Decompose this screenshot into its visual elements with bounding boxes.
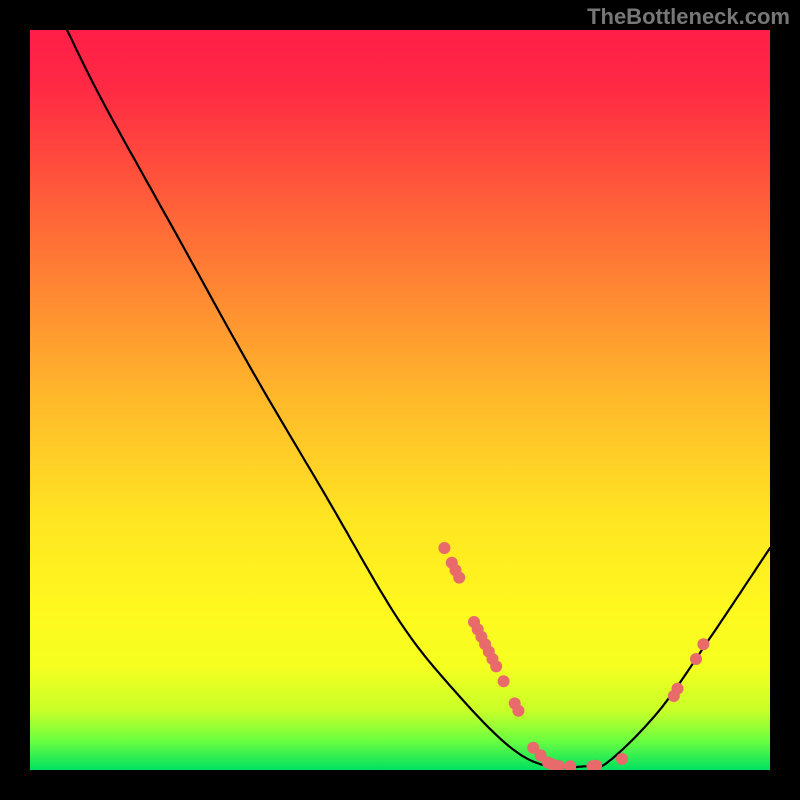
data-point bbox=[453, 572, 465, 584]
bottleneck-curve bbox=[67, 30, 770, 768]
data-point bbox=[512, 705, 524, 717]
data-point bbox=[498, 675, 510, 687]
data-point bbox=[690, 653, 702, 665]
data-point bbox=[672, 683, 684, 695]
curve-svg bbox=[30, 30, 770, 770]
data-point bbox=[616, 753, 628, 765]
data-point bbox=[697, 638, 709, 650]
data-point bbox=[438, 542, 450, 554]
highlighted-points-group bbox=[438, 542, 709, 770]
data-point bbox=[564, 760, 576, 770]
watermark-text: TheBottleneck.com bbox=[587, 4, 790, 30]
plot-area bbox=[30, 30, 770, 770]
data-point bbox=[490, 660, 502, 672]
